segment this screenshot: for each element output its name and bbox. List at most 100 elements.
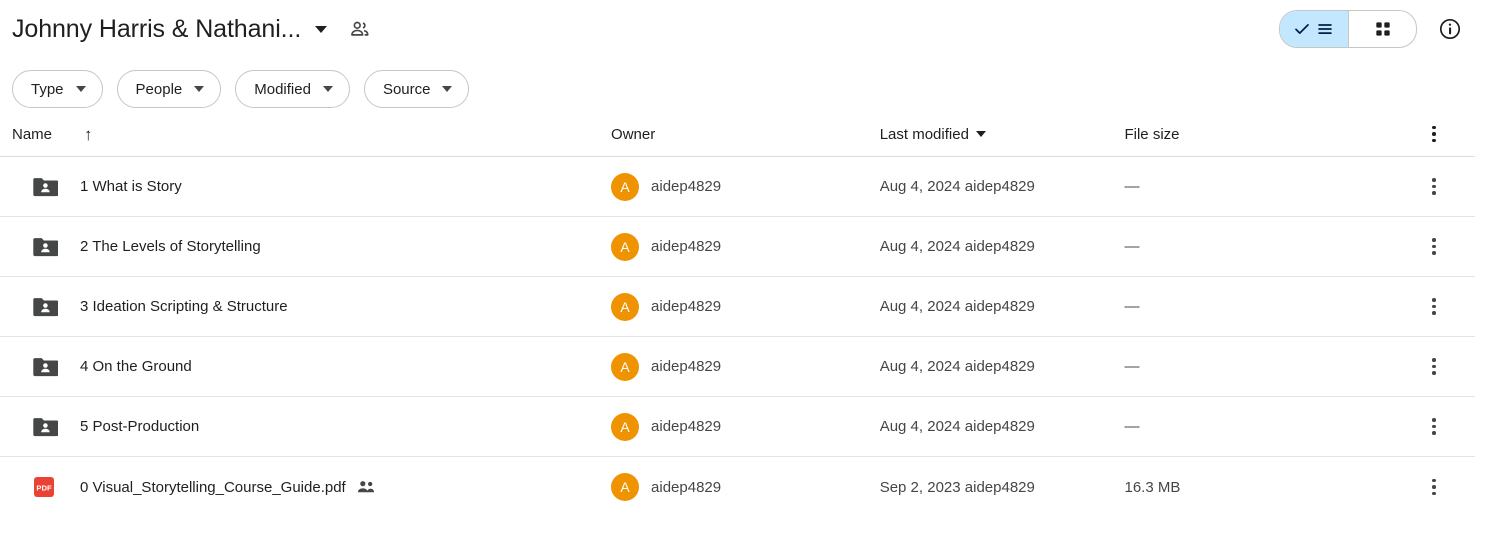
row-modified-cell: Aug 4, 2024 aidep4829: [880, 298, 1125, 315]
file-size-label: 16.3 MB: [1124, 478, 1181, 496]
row-modified-cell: Aug 4, 2024 aidep4829: [880, 238, 1125, 255]
file-name-label[interactable]: 4 On the Ground: [80, 358, 192, 375]
file-name-label[interactable]: 5 Post-Production: [80, 418, 199, 435]
owner-name-label: aidep4829: [651, 298, 722, 315]
shared-folder-icon: [32, 416, 66, 438]
more-vertical-icon[interactable]: [1423, 232, 1445, 262]
table-row[interactable]: 1 What is Story A aidep4829 Aug 4, 2024 …: [0, 157, 1475, 217]
shared-folder-icon: [32, 356, 66, 378]
more-vertical-icon[interactable]: [1423, 172, 1445, 202]
list-view-toggle[interactable]: [1280, 11, 1348, 47]
chevron-down-icon: [194, 86, 205, 92]
filter-chip-source-label: Source: [382, 80, 431, 98]
owner-name-label: aidep4829: [651, 238, 722, 255]
filter-chip-people[interactable]: People: [116, 70, 222, 108]
row-name-cell: 5 Post-Production: [12, 416, 611, 438]
row-modified-cell: Aug 4, 2024 aidep4829: [880, 418, 1125, 435]
filter-chip-type-label: Type: [31, 80, 64, 98]
more-vertical-icon[interactable]: [1423, 119, 1445, 149]
file-name-label[interactable]: 3 Ideation Scripting & Structure: [80, 298, 288, 315]
avatar: A: [611, 292, 640, 321]
filter-chip-modified[interactable]: Modified: [235, 70, 350, 108]
owner-name-label: aidep4829: [651, 358, 722, 375]
last-modified-label: Aug 4, 2024 aidep4829: [879, 238, 1035, 255]
view-toggle-group: [1279, 10, 1417, 48]
row-modified-cell: Aug 4, 2024 aidep4829: [880, 178, 1125, 195]
row-menu-cell[interactable]: [1423, 172, 1459, 202]
shared-people-button[interactable]: [343, 12, 377, 46]
row-size-cell: —: [1124, 358, 1423, 375]
owner-name-label: aidep4829: [651, 418, 722, 435]
file-name-label[interactable]: 1 What is Story: [80, 178, 182, 195]
filter-chip-type[interactable]: Type: [12, 70, 103, 108]
more-vertical-icon[interactable]: [1423, 412, 1445, 442]
table-header-row: Name ↑ Owner Last modified File size: [0, 112, 1475, 157]
filter-chip-bar: Type People Modified Source: [0, 58, 1485, 112]
table-row[interactable]: 5 Post-Production A aidep4829 Aug 4, 202…: [0, 397, 1475, 457]
row-menu-cell[interactable]: [1423, 472, 1459, 502]
check-icon: [1295, 24, 1309, 34]
row-size-cell: 16.3 MB: [1124, 479, 1423, 496]
table-row[interactable]: 2 The Levels of Storytelling A aidep4829…: [0, 217, 1475, 277]
column-header-owner[interactable]: Owner: [611, 126, 880, 143]
row-modified-cell: Sep 2, 2023 aidep4829: [880, 479, 1125, 496]
more-vertical-icon[interactable]: [1423, 292, 1445, 322]
pdf-file-icon: PDF: [32, 475, 66, 499]
avatar: A: [611, 412, 640, 441]
file-size-label: —: [1124, 238, 1140, 255]
chevron-down-icon: [442, 86, 453, 92]
file-name-label[interactable]: 2 The Levels of Storytelling: [80, 238, 261, 255]
row-owner-cell: A aidep4829: [611, 232, 880, 261]
chevron-down-icon[interactable]: [315, 25, 328, 33]
more-vertical-icon[interactable]: [1423, 352, 1445, 382]
chevron-down-icon: [75, 86, 86, 92]
owner-name-label: aidep4829: [651, 478, 722, 496]
column-header-menu[interactable]: [1423, 119, 1459, 149]
chevron-down-icon: [975, 131, 986, 137]
row-size-cell: —: [1124, 238, 1423, 255]
table-row[interactable]: 3 Ideation Scripting & Structure A aidep…: [0, 277, 1475, 337]
last-modified-label: Aug 4, 2024 aidep4829: [879, 178, 1035, 195]
list-view-icon: [1318, 24, 1332, 34]
avatar: A: [611, 172, 640, 201]
row-owner-cell: A aidep4829: [611, 352, 880, 381]
file-size-label: —: [1124, 418, 1140, 435]
table-row[interactable]: 4 On the Ground A aidep4829 Aug 4, 2024 …: [0, 337, 1475, 397]
last-modified-label: Aug 4, 2024 aidep4829: [879, 298, 1035, 315]
column-header-name[interactable]: Name ↑: [12, 126, 611, 143]
file-size-label: —: [1124, 358, 1140, 375]
column-header-last-modified-group: Last modified: [880, 126, 986, 143]
row-menu-cell[interactable]: [1423, 232, 1459, 262]
row-owner-cell: A aidep4829: [611, 172, 880, 201]
filter-chip-source[interactable]: Source: [363, 70, 470, 108]
shared-folder-icon: [32, 236, 66, 258]
grid-view-toggle[interactable]: [1348, 11, 1416, 47]
row-size-cell: —: [1124, 178, 1423, 195]
column-header-last-modified[interactable]: Last modified: [880, 126, 1125, 143]
avatar: A: [611, 232, 640, 261]
row-menu-cell[interactable]: [1423, 352, 1459, 382]
row-size-cell: —: [1124, 418, 1423, 435]
info-circle-icon: [1439, 18, 1461, 40]
table-row[interactable]: PDF 0 Visual_Storytelling_Course_Guide.p…: [0, 457, 1475, 517]
column-header-name-label: Name: [12, 125, 53, 143]
filter-chip-modified-label: Modified: [254, 80, 311, 98]
column-header-owner-label: Owner: [611, 125, 656, 143]
row-name-cell: PDF 0 Visual_Storytelling_Course_Guide.p…: [12, 475, 611, 499]
file-name-label[interactable]: 0 Visual_Storytelling_Course_Guide.pdf: [80, 479, 346, 496]
row-menu-cell[interactable]: [1423, 292, 1459, 322]
row-menu-cell[interactable]: [1423, 412, 1459, 442]
column-header-file-size[interactable]: File size: [1124, 126, 1423, 143]
shared-folder-icon: [32, 176, 66, 198]
info-button[interactable]: [1431, 10, 1469, 48]
row-size-cell: —: [1124, 298, 1423, 315]
file-size-label: —: [1124, 298, 1140, 315]
last-modified-label: Sep 2, 2023 aidep4829: [879, 478, 1035, 496]
last-modified-label: Aug 4, 2024 aidep4829: [879, 418, 1035, 435]
owner-name-label: aidep4829: [651, 178, 722, 195]
title-group: Johnny Harris & Nathani...: [12, 12, 377, 46]
avatar: A: [611, 352, 640, 381]
grid-view-icon: [1375, 22, 1390, 36]
more-vertical-icon[interactable]: [1423, 472, 1445, 502]
file-list-table: Name ↑ Owner Last modified File size 1 W…: [0, 112, 1485, 517]
